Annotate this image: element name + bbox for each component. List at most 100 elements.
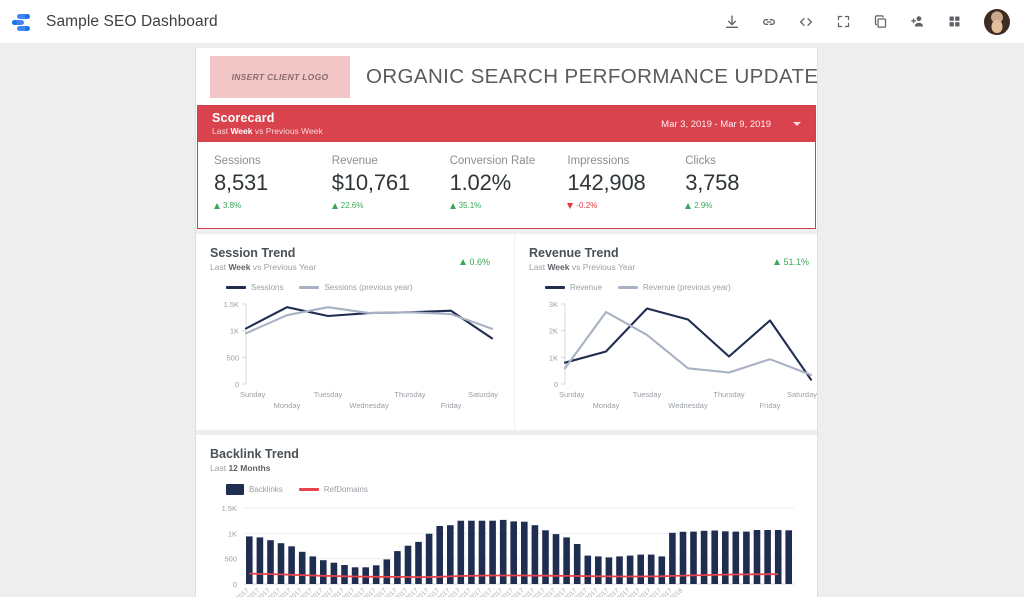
fullscreen-icon[interactable] bbox=[830, 9, 856, 35]
client-logo-placeholder-label: INSERT CLIENT LOGO bbox=[231, 71, 329, 82]
legend-swatch bbox=[226, 484, 244, 495]
revenue-trend-legend: Revenue Revenue (previous year) bbox=[545, 283, 819, 292]
backlink-trend-plot[interactable]: 0 500 1K 1.5K 2017 2017 2017 2017 2017 2017 2017 20… bbox=[210, 502, 803, 597]
data-studio-logo-icon bbox=[8, 9, 34, 35]
revenue-trend-title: Revenue Trend bbox=[529, 246, 619, 260]
revenue-trend-card: Revenue Trend Last Week vs Previous Year… bbox=[514, 234, 833, 430]
backlink-trend-card: Backlink Trend Last 12 Months Backlinks … bbox=[196, 435, 817, 597]
session-trend-card: Session Trend Last Week vs Previous Year… bbox=[196, 234, 514, 430]
kpi-impressions[interactable]: Impressions 142,908 -0.2% bbox=[565, 155, 683, 210]
svg-text:3K: 3K bbox=[549, 300, 558, 309]
revenue-trend-header: Revenue Trend Last Week vs Previous Year… bbox=[529, 246, 819, 272]
legend-item[interactable]: Sessions bbox=[226, 283, 283, 292]
legend-swatch bbox=[298, 488, 319, 491]
kpi-value: 8,531 bbox=[214, 170, 269, 195]
scorecard-subtitle: Last Week vs Previous Week bbox=[212, 125, 323, 136]
legend-item[interactable]: RefDomains bbox=[298, 485, 368, 494]
svg-text:1.5K: 1.5K bbox=[222, 504, 237, 513]
svg-text:Wednesday: Wednesday bbox=[668, 401, 708, 410]
svg-text:500: 500 bbox=[226, 353, 239, 362]
scorecard-header: Scorecard Last Week vs Previous Week Mar… bbox=[198, 106, 815, 142]
kpi-delta: 22.6% bbox=[331, 201, 448, 210]
svg-text:1K: 1K bbox=[230, 327, 239, 336]
svg-text:Friday: Friday bbox=[441, 401, 462, 410]
date-range-control[interactable]: Mar 3, 2019 - Mar 9, 2019 bbox=[661, 119, 801, 130]
arrow-up-icon bbox=[685, 202, 692, 209]
copy-icon[interactable] bbox=[867, 9, 893, 35]
backlink-trend-legend: Backlinks RefDomains bbox=[226, 484, 803, 495]
svg-text:Sunday: Sunday bbox=[240, 390, 266, 399]
session-trend-plot[interactable]: 0 500 1K 1.5K Sunday Monday Tuesday Wednesday Th… bbox=[210, 298, 500, 418]
svg-text:0: 0 bbox=[235, 380, 239, 389]
session-trend-header: Session Trend Last Week vs Previous Year… bbox=[210, 246, 500, 272]
kpi-label: Conversion Rate bbox=[449, 155, 536, 167]
legend-label: Revenue (previous year) bbox=[643, 283, 731, 292]
download-icon[interactable] bbox=[719, 9, 745, 35]
scorecard-title: Scorecard bbox=[212, 111, 275, 126]
revenue-trend-delta: 51.1% bbox=[774, 257, 809, 267]
arrow-up-icon bbox=[460, 259, 467, 265]
legend-label: Revenue bbox=[570, 283, 603, 292]
kpi-clicks[interactable]: Clicks 3,758 2.9% bbox=[683, 155, 801, 210]
legend-item[interactable]: Revenue bbox=[545, 283, 602, 292]
kpi-delta: 35.1% bbox=[449, 201, 566, 210]
revenue-trend-plot[interactable]: 0 1K 2K 3K Sunday Monday Tuesday Wednesday Thurs… bbox=[529, 298, 819, 418]
app-bar: Sample SEO Dashboard bbox=[0, 0, 1024, 44]
kpi-value: 1.02% bbox=[449, 170, 512, 195]
svg-text:500: 500 bbox=[224, 555, 237, 564]
kpi-row: Sessions 8,531 3.8% Revenue $10,761 22.6… bbox=[198, 142, 815, 228]
user-avatar[interactable] bbox=[984, 8, 1010, 35]
svg-text:2K: 2K bbox=[549, 327, 558, 336]
svg-text:Saturday: Saturday bbox=[468, 390, 498, 399]
kpi-label: Impressions bbox=[567, 155, 630, 167]
revenue-trend-subtitle: Last Week vs Previous Year bbox=[529, 262, 636, 272]
svg-text:Thursday: Thursday bbox=[713, 390, 745, 399]
svg-text:Monday: Monday bbox=[593, 401, 620, 410]
legend-swatch bbox=[545, 286, 565, 289]
kpi-conversion-rate[interactable]: Conversion Rate 1.02% 35.1% bbox=[448, 155, 566, 210]
kpi-value: 142,908 bbox=[567, 170, 646, 195]
report-page-background: INSERT CLIENT LOGO ORGANIC SEARCH PERFOR… bbox=[0, 44, 1024, 597]
legend-item[interactable]: Backlinks bbox=[226, 484, 283, 495]
legend-item[interactable]: Sessions (previous year) bbox=[299, 283, 413, 292]
session-trend-title: Session Trend bbox=[210, 246, 296, 260]
backlink-trend-subtitle: Last 12 Months bbox=[210, 463, 271, 473]
scorecard-header-text: Scorecard Last Week vs Previous Week bbox=[212, 111, 323, 136]
arrow-up-icon bbox=[214, 202, 220, 209]
svg-text:Thursday: Thursday bbox=[394, 390, 426, 399]
date-range-label: Mar 3, 2019 - Mar 9, 2019 bbox=[661, 118, 771, 130]
svg-text:Saturday: Saturday bbox=[787, 390, 817, 399]
svg-text:Monday: Monday bbox=[274, 401, 301, 410]
svg-text:1K: 1K bbox=[228, 529, 237, 538]
toolbar bbox=[719, 8, 1010, 35]
embed-code-icon[interactable] bbox=[793, 9, 819, 35]
kpi-delta: 3.8% bbox=[214, 201, 330, 210]
kpi-label: Clicks bbox=[685, 155, 716, 167]
legend-swatch bbox=[299, 286, 320, 289]
add-person-icon[interactable] bbox=[904, 9, 930, 35]
kpi-value: 3,758 bbox=[685, 170, 740, 195]
kpi-revenue[interactable]: Revenue $10,761 22.6% bbox=[330, 155, 448, 210]
arrow-down-icon bbox=[567, 202, 574, 209]
kpi-value: $10,761 bbox=[331, 170, 410, 195]
apps-grid-icon[interactable] bbox=[941, 9, 967, 35]
app-title: Sample SEO Dashboard bbox=[46, 12, 218, 30]
svg-text:0: 0 bbox=[554, 380, 558, 389]
client-logo-placeholder[interactable]: INSERT CLIENT LOGO bbox=[210, 55, 350, 98]
chevron-down-icon bbox=[793, 122, 801, 126]
kpi-sessions[interactable]: Sessions 8,531 3.8% bbox=[212, 155, 330, 210]
legend-label: Backlinks bbox=[249, 485, 283, 494]
session-trend-subtitle: Last Week vs Previous Year bbox=[210, 262, 317, 272]
legend-item[interactable]: Revenue (previous year) bbox=[618, 283, 731, 292]
svg-text:1K: 1K bbox=[549, 353, 558, 362]
report-header: INSERT CLIENT LOGO ORGANIC SEARCH PERFOR… bbox=[196, 48, 818, 105]
arrow-up-icon bbox=[774, 259, 781, 265]
session-trend-legend: Sessions Sessions (previous year) bbox=[226, 283, 500, 292]
backlink-trend-title: Backlink Trend bbox=[210, 447, 299, 461]
arrow-up-icon bbox=[331, 202, 338, 209]
kpi-label: Revenue bbox=[331, 155, 378, 167]
svg-text:Friday: Friday bbox=[760, 401, 781, 410]
link-icon[interactable] bbox=[756, 9, 782, 35]
legend-label: RefDomains bbox=[323, 485, 368, 494]
svg-text:Tuesday: Tuesday bbox=[314, 390, 343, 399]
